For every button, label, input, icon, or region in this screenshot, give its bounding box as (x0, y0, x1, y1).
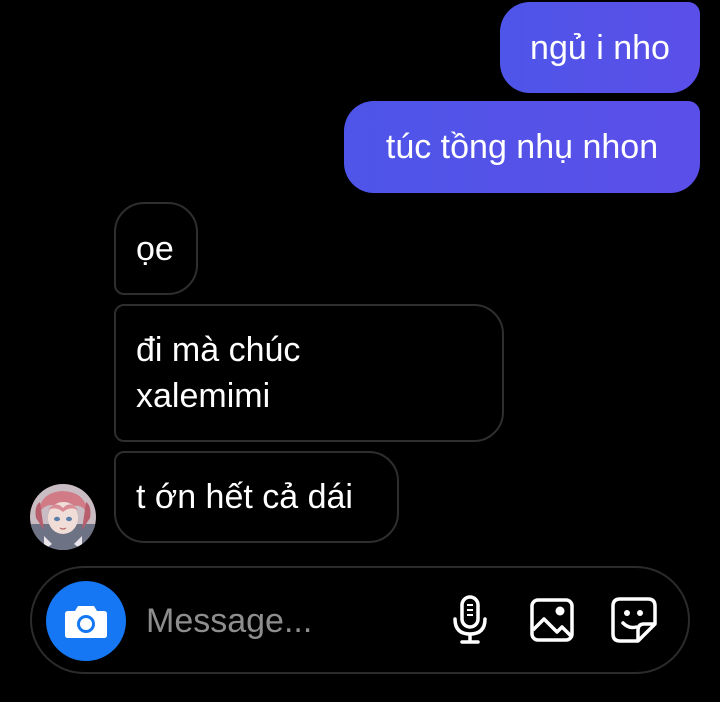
gallery-button[interactable] (524, 592, 580, 648)
message-text: túc tồng nhụ nhon (385, 128, 659, 166)
received-message[interactable]: t ớn hết cả dái (114, 451, 399, 543)
received-message[interactable]: ọe (114, 202, 198, 295)
message-text: ọe (136, 229, 174, 268)
image-icon (530, 598, 574, 642)
microphone-button[interactable] (442, 592, 498, 648)
received-message[interactable]: đi mà chúc xalemimi (114, 304, 504, 442)
sent-message[interactable]: túc tồng nhụ nhon (344, 101, 700, 193)
sticker-icon (611, 597, 657, 643)
camera-button[interactable] (46, 581, 126, 661)
message-composer (30, 566, 690, 674)
microphone-icon (453, 595, 487, 644)
avatar[interactable] (30, 484, 96, 550)
message-text: đi mà chúc xalemimi (136, 331, 301, 415)
avatar-image (30, 484, 96, 550)
message-text: t ớn hết cả dái (136, 478, 353, 516)
message-text: ngủ i nho (530, 28, 670, 67)
sticker-button[interactable] (606, 592, 662, 648)
message-input[interactable] (146, 598, 406, 644)
camera-icon (65, 606, 107, 638)
sent-message[interactable]: ngủ i nho (500, 2, 700, 93)
